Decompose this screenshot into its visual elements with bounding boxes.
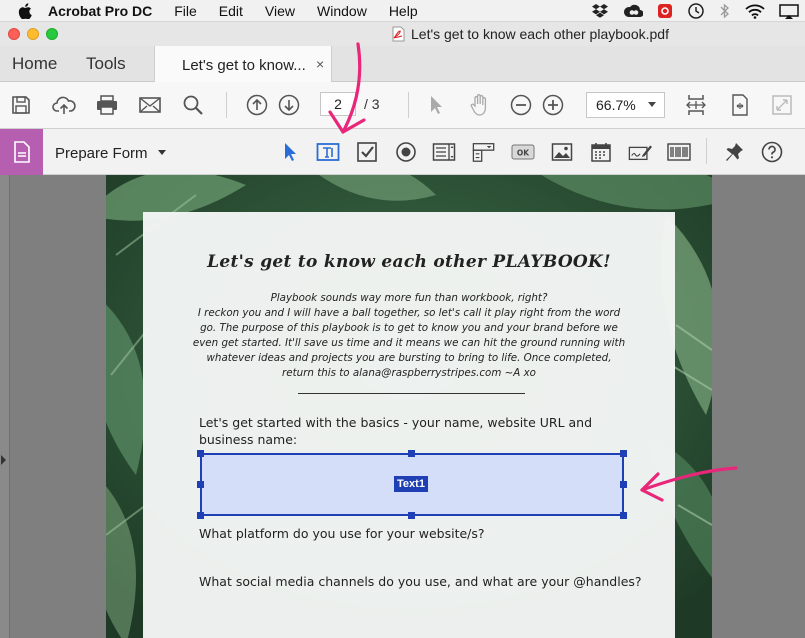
list-box-tool-icon[interactable] bbox=[432, 140, 456, 164]
annotation-arrow-left bbox=[640, 466, 738, 502]
pin-icon[interactable] bbox=[722, 140, 746, 164]
menu-edit[interactable]: Edit bbox=[219, 3, 243, 19]
minimize-window-button[interactable] bbox=[27, 28, 39, 40]
svg-text:OK: OK bbox=[517, 149, 530, 158]
close-window-button[interactable] bbox=[8, 28, 20, 40]
button-tool-icon[interactable]: OK bbox=[511, 140, 535, 164]
tab-document[interactable]: Let's get to know... × bbox=[154, 46, 332, 83]
window-titlebar: Let's get to know each other playbook.pd… bbox=[0, 22, 805, 46]
hand-tool-icon[interactable] bbox=[468, 93, 492, 117]
intro-line: Playbook sounds way more fun than workbo… bbox=[270, 292, 548, 304]
creative-cloud-icon[interactable] bbox=[623, 4, 643, 18]
wifi-icon[interactable] bbox=[745, 4, 765, 19]
zoom-window-button[interactable] bbox=[46, 28, 58, 40]
rotate-page-icon[interactable] bbox=[728, 93, 752, 117]
menu-file[interactable]: File bbox=[174, 3, 197, 19]
help-icon[interactable] bbox=[760, 140, 784, 164]
resize-handle[interactable] bbox=[620, 481, 627, 488]
barcode-tool-icon[interactable] bbox=[667, 140, 691, 164]
search-icon[interactable] bbox=[181, 93, 205, 117]
field-name-label[interactable]: Text1 bbox=[394, 476, 428, 492]
window-title-text: Let's get to know each other playbook.pd… bbox=[411, 26, 669, 42]
window-title: Let's get to know each other playbook.pd… bbox=[392, 26, 669, 42]
resize-handle[interactable] bbox=[408, 450, 415, 457]
prepare-form-icon[interactable] bbox=[0, 129, 43, 175]
zoom-out-icon[interactable] bbox=[509, 93, 533, 117]
resize-handle[interactable] bbox=[408, 512, 415, 519]
dropbox-icon[interactable] bbox=[591, 3, 609, 19]
intro-line: return this to alana@raspberrystripes.co… bbox=[282, 367, 536, 379]
divider-line bbox=[298, 393, 525, 394]
chevron-down-icon bbox=[648, 102, 656, 107]
intro-line: whatever ideas and projects you are burs… bbox=[206, 352, 612, 364]
toolbar-divider bbox=[408, 92, 409, 118]
select-object-icon[interactable] bbox=[278, 140, 302, 164]
resize-handle[interactable] bbox=[197, 512, 204, 519]
main-toolbar: 2 / 3 66.7% bbox=[0, 82, 805, 129]
resize-handle[interactable] bbox=[197, 450, 204, 457]
question-basics-line-2: business name: bbox=[199, 432, 298, 447]
prepare-form-label[interactable]: Prepare Form bbox=[55, 145, 148, 162]
menu-view[interactable]: View bbox=[265, 3, 295, 19]
document-title: Let's get to know each other PLAYBOOK! bbox=[207, 252, 611, 272]
date-field-tool-icon[interactable] bbox=[589, 140, 613, 164]
time-machine-icon[interactable] bbox=[687, 2, 705, 20]
question-basics-line-1: Let's get started with the basics - your… bbox=[199, 415, 593, 430]
display-mirroring-icon[interactable] bbox=[779, 3, 799, 19]
app-name-menu[interactable]: Acrobat Pro DC bbox=[48, 3, 152, 19]
question-platform: What platform do you use for your websit… bbox=[199, 526, 485, 541]
left-panel-collapsed[interactable] bbox=[0, 175, 10, 638]
cloud-upload-icon[interactable] bbox=[52, 93, 76, 117]
previous-page-icon[interactable] bbox=[245, 93, 269, 117]
form-content-panel: Let's get to know each other PLAYBOOK! P… bbox=[143, 212, 675, 638]
email-icon[interactable] bbox=[138, 93, 162, 117]
resize-handle[interactable] bbox=[620, 450, 627, 457]
checkbox-tool-icon[interactable] bbox=[355, 140, 379, 164]
dropdown-tool-icon[interactable] bbox=[472, 140, 496, 164]
zoom-level-select[interactable]: 66.7% bbox=[586, 92, 665, 118]
print-icon[interactable] bbox=[95, 93, 119, 117]
zoom-level-value: 66.7% bbox=[596, 97, 636, 113]
resize-handle[interactable] bbox=[197, 481, 204, 488]
question-basics: Let's get started with the basics - your… bbox=[199, 414, 592, 448]
toolbar-divider bbox=[706, 138, 707, 164]
intro-line: I reckon you and I will have a ball toge… bbox=[197, 307, 621, 319]
text-field-tool-icon[interactable] bbox=[316, 140, 340, 164]
menu-window[interactable]: Window bbox=[317, 3, 367, 19]
intro-line: even get started. It'll save us time and… bbox=[192, 337, 626, 349]
resize-handle[interactable] bbox=[620, 512, 627, 519]
tab-tools[interactable]: Tools bbox=[86, 54, 126, 74]
pdf-file-icon bbox=[392, 26, 405, 42]
bluetooth-icon[interactable] bbox=[719, 3, 731, 19]
intro-line: go. The purpose of this playbook is to g… bbox=[200, 322, 618, 334]
pdf-page: Let's get to know each other PLAYBOOK! P… bbox=[106, 175, 712, 638]
image-field-tool-icon[interactable] bbox=[550, 140, 574, 164]
radio-button-tool-icon[interactable] bbox=[394, 140, 418, 164]
lastpass-icon[interactable] bbox=[657, 3, 673, 19]
signature-field-tool-icon[interactable] bbox=[628, 140, 652, 164]
save-icon[interactable] bbox=[9, 93, 33, 117]
next-page-icon[interactable] bbox=[277, 93, 301, 117]
full-screen-icon[interactable] bbox=[770, 93, 794, 117]
menu-help[interactable]: Help bbox=[389, 3, 418, 19]
menu-bar: Acrobat Pro DC File Edit View Window Hel… bbox=[0, 0, 805, 22]
tab-home[interactable]: Home bbox=[12, 54, 57, 74]
chevron-down-icon[interactable] bbox=[158, 150, 166, 155]
zoom-in-icon[interactable] bbox=[541, 93, 565, 117]
tab-bar: Home Tools Let's get to know... × bbox=[0, 46, 805, 83]
document-viewport[interactable]: Let's get to know each other PLAYBOOK! P… bbox=[0, 175, 805, 638]
apple-icon[interactable] bbox=[16, 2, 34, 20]
select-cursor-icon[interactable] bbox=[424, 93, 448, 117]
toolbar-divider bbox=[226, 92, 227, 118]
question-social-media: What social media channels do you use, a… bbox=[199, 574, 642, 589]
tab-document-label: Let's get to know... bbox=[182, 57, 306, 74]
fit-page-icon[interactable] bbox=[684, 93, 708, 117]
annotation-arrow-down bbox=[328, 42, 366, 134]
prepare-form-toolbar: Prepare Form OK bbox=[0, 129, 805, 175]
